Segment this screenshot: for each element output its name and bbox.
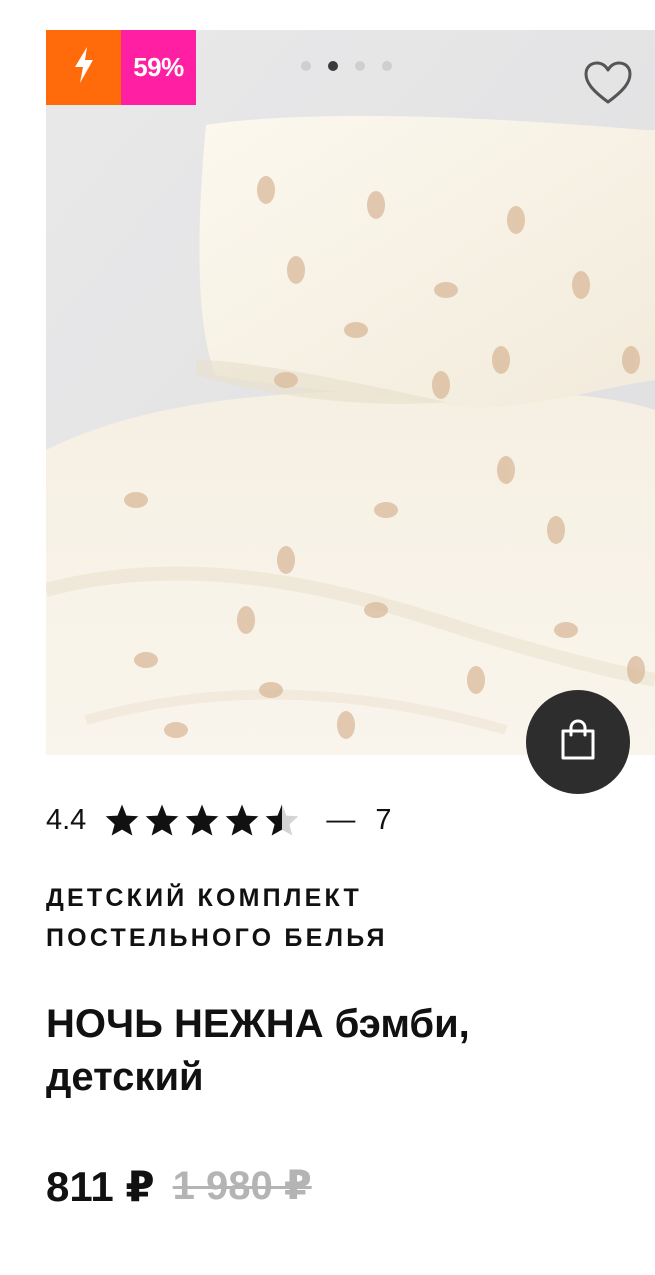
star-icon [106,804,139,836]
rating-row[interactable]: 4.4 — 7 [46,800,391,840]
star-icon [226,804,259,836]
star-icon [186,804,219,836]
product-card[interactable]: 59% [46,30,655,755]
promo-badges: 59% [46,30,196,105]
rating-stars [104,803,300,837]
product-image[interactable]: 59% [46,30,655,755]
star-icon [146,804,179,836]
current-price: 811 ₽ [46,1162,155,1210]
product-category: Детский комплект постельного белья [46,884,388,952]
old-price: 1 980 ₽ [172,1164,312,1208]
gallery-dot-active[interactable] [328,61,338,71]
gallery-dot[interactable] [382,61,392,71]
star-half-icon [266,804,299,836]
rating-value: 4.4 [46,803,87,836]
reviews-count[interactable]: 7 [375,804,391,837]
discount-badge: 59% [121,30,196,105]
heart-outline-icon [583,61,633,110]
gallery-pagination [301,61,392,71]
flash-sale-badge [46,30,121,105]
shopping-bag-icon [559,718,597,766]
add-to-cart-button[interactable] [526,690,630,794]
favorite-button[interactable] [583,60,633,106]
product-title[interactable]: НОЧЬ НЕЖНА бэмби, детский [46,998,606,1104]
price-row: 811 ₽ 1 980 ₽ [46,1160,312,1212]
bedding-photo [46,30,655,755]
gallery-dot[interactable] [355,61,365,71]
lightning-icon [73,47,95,88]
gallery-dot[interactable] [301,61,311,71]
rating-separator: — [326,803,356,836]
